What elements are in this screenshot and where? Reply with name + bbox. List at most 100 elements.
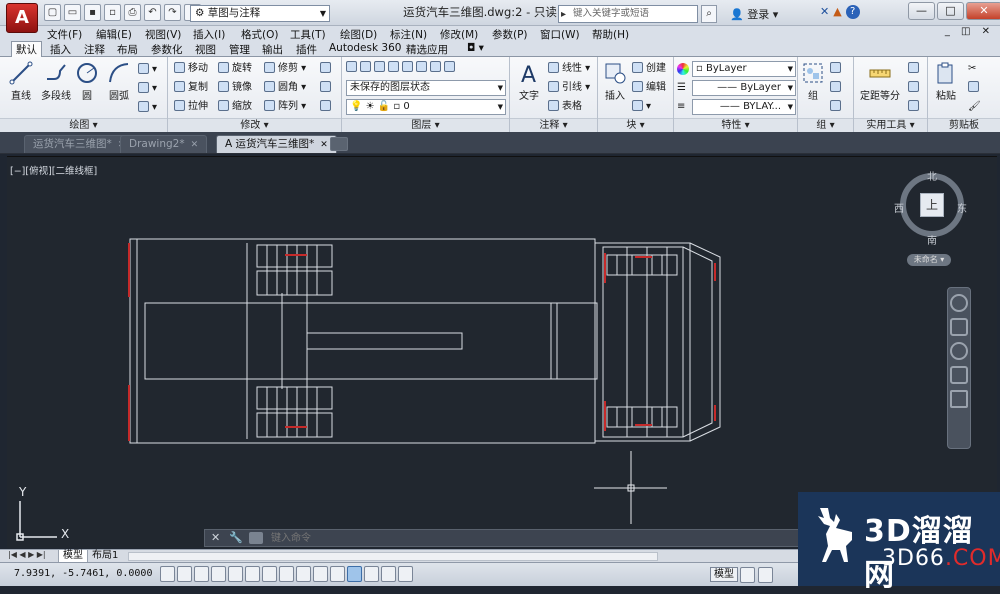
point-id-button[interactable] [908, 81, 922, 95]
match-prop-button[interactable]: 🖌 [968, 100, 981, 114]
panel-draw-title[interactable]: 绘图 ▾ [0, 118, 167, 132]
cut-button[interactable]: ✂ [968, 62, 976, 76]
menu-view[interactable]: 视图(V) [145, 27, 181, 42]
line-button[interactable]: 直线 [6, 61, 36, 102]
close-icon[interactable]: ✕ [211, 531, 220, 544]
ellipse-button[interactable]: ▾ [138, 101, 157, 115]
calc-button[interactable] [908, 100, 922, 114]
orbit-icon[interactable] [950, 366, 968, 384]
command-input[interactable] [271, 531, 781, 546]
search-input[interactable]: ▸ 键入关键字或短语 [558, 5, 698, 23]
explode-button[interactable] [320, 81, 334, 95]
infer-constraints-toggle[interactable] [160, 566, 175, 582]
tab-plugins[interactable]: 插件 [292, 42, 321, 57]
compass-south[interactable]: 南 [927, 232, 937, 247]
ribbon-options[interactable]: ◘ ▾ [463, 42, 488, 57]
file-tab[interactable]: 运货汽车三维图*✕ [24, 135, 135, 153]
trim-button[interactable]: 修剪 ▾ [264, 62, 306, 76]
redo-icon[interactable]: ↷ [164, 4, 181, 21]
coordinate-readout[interactable]: 7.9391, -5.7461, 0.0000 [14, 568, 152, 579]
tab-insert[interactable]: 插入 [46, 42, 75, 57]
polyline-button[interactable]: 多段线 [38, 61, 74, 102]
leader-button[interactable]: 引线 ▾ [548, 81, 590, 95]
mirror-button[interactable]: 镜像 [218, 81, 252, 95]
model-space-button[interactable]: 模型 [710, 567, 738, 582]
help-icon[interactable]: ? [845, 5, 860, 19]
apps-icon[interactable]: ▲ [833, 5, 841, 19]
panel-layers-title[interactable]: 图层 ▾ [342, 118, 509, 132]
array-button[interactable]: 阵列 ▾ [264, 100, 306, 114]
grid-toggle[interactable] [194, 566, 209, 582]
mdi-controls[interactable]: _ ◫ ✕ [945, 26, 994, 37]
panel-groups-title[interactable]: 组 ▾ [798, 118, 853, 132]
compass-north[interactable]: 北 [927, 168, 937, 183]
panel-properties-title[interactable]: 特性 ▾ [674, 118, 797, 132]
panel-annotation-title[interactable]: 注释 ▾ [510, 118, 597, 132]
menu-help[interactable]: 帮助(H) [592, 27, 629, 42]
menu-parametric[interactable]: 参数(P) [492, 27, 528, 42]
close-icon[interactable]: ✕ [320, 140, 328, 150]
menu-draw[interactable]: 绘图(D) [340, 27, 377, 42]
tab-layout[interactable]: 布局 [113, 42, 142, 57]
zoom-icon[interactable] [950, 342, 968, 360]
dyn-toggle[interactable] [313, 566, 328, 582]
application-menu-button[interactable]: A [6, 3, 38, 33]
layer-state-select[interactable]: 未保存的图层状态 ▼ [346, 80, 506, 96]
save-icon[interactable]: ▪ [84, 4, 101, 21]
menu-file[interactable]: 文件(F) [47, 27, 82, 42]
drawing-canvas[interactable]: [−][俯视][二维线框] Y X 上 北 南 东 西 未命名 ▾ ✕ 🔧 键入… [7, 156, 997, 548]
osnap-toggle[interactable] [245, 566, 260, 582]
new-tab-button[interactable] [330, 137, 348, 151]
3dosnap-toggle[interactable] [262, 566, 277, 582]
new-icon[interactable]: ▢ [44, 4, 61, 21]
exchange-icon[interactable]: ✕ [820, 5, 829, 19]
print-icon[interactable]: ⎙ [124, 4, 141, 21]
panel-block-title[interactable]: 块 ▾ [598, 118, 673, 132]
group-edit-button[interactable] [830, 81, 844, 95]
create-block-button[interactable]: 创建 [632, 62, 666, 76]
current-layer-select[interactable]: 💡 ☀ 🔓 ▫ 0 ▼ [346, 99, 506, 115]
attribute-button[interactable]: ▾ [632, 100, 651, 114]
copy-button[interactable]: 复制 [174, 81, 208, 95]
insert-block-button[interactable]: 插入 [600, 61, 630, 102]
tab-parametric[interactable]: 参数化 [147, 42, 187, 57]
signin-button[interactable]: 👤 登录 ▾ [730, 6, 778, 22]
panel-utilities-title[interactable]: 实用工具 ▾ [854, 118, 927, 132]
erase-button[interactable] [320, 62, 334, 76]
menu-dimension[interactable]: 标注(N) [390, 27, 427, 42]
edit-block-button[interactable]: 编辑 [632, 81, 666, 95]
quick-view-drawings-icon[interactable] [758, 567, 773, 583]
polar-toggle[interactable] [228, 566, 243, 582]
linear-dim-button[interactable]: 线性 ▾ [548, 62, 590, 76]
menu-insert[interactable]: 插入(I) [193, 27, 225, 42]
otrack-toggle[interactable] [279, 566, 294, 582]
rotate-button[interactable]: 旋转 [218, 62, 252, 76]
open-icon[interactable]: ▭ [64, 4, 81, 21]
command-prompt-icon[interactable] [249, 532, 263, 544]
move-button[interactable]: 移动 [174, 62, 208, 76]
stretch-button[interactable]: 拉伸 [174, 100, 208, 114]
wrench-icon[interactable]: 🔧 [229, 531, 243, 544]
fillet-button[interactable]: 圆角 ▾ [264, 81, 306, 95]
tab-featured-apps[interactable]: 精选应用 [402, 42, 452, 57]
offset-button[interactable] [320, 100, 334, 114]
measure-button[interactable]: 定距等分 [856, 61, 904, 102]
snap-toggle[interactable] [177, 566, 192, 582]
scale-button[interactable]: 缩放 [218, 100, 252, 114]
group-select-button[interactable] [830, 100, 844, 114]
tab-default[interactable]: 默认 [11, 41, 42, 58]
menu-tools[interactable]: 工具(T) [290, 27, 326, 42]
lineweight-toggle[interactable] [330, 566, 345, 582]
tab-manage[interactable]: 管理 [225, 42, 254, 57]
panel-modify-title[interactable]: 修改 ▾ [168, 118, 341, 132]
menu-edit[interactable]: 编辑(E) [96, 27, 132, 42]
layer-tools[interactable] [346, 61, 458, 75]
tab-view[interactable]: 视图 [191, 42, 220, 57]
pan-icon[interactable] [950, 318, 968, 336]
transparency-toggle[interactable] [347, 566, 362, 582]
quick-calc-button[interactable] [908, 62, 922, 76]
layout-nav-buttons[interactable]: |◀ ◀ ▶ ▶| [8, 550, 46, 559]
search-button[interactable]: ⌕ [701, 5, 717, 23]
text-button[interactable]: A 文字 [514, 61, 544, 102]
tab-autodesk360[interactable]: Autodesk 360 [325, 42, 405, 57]
